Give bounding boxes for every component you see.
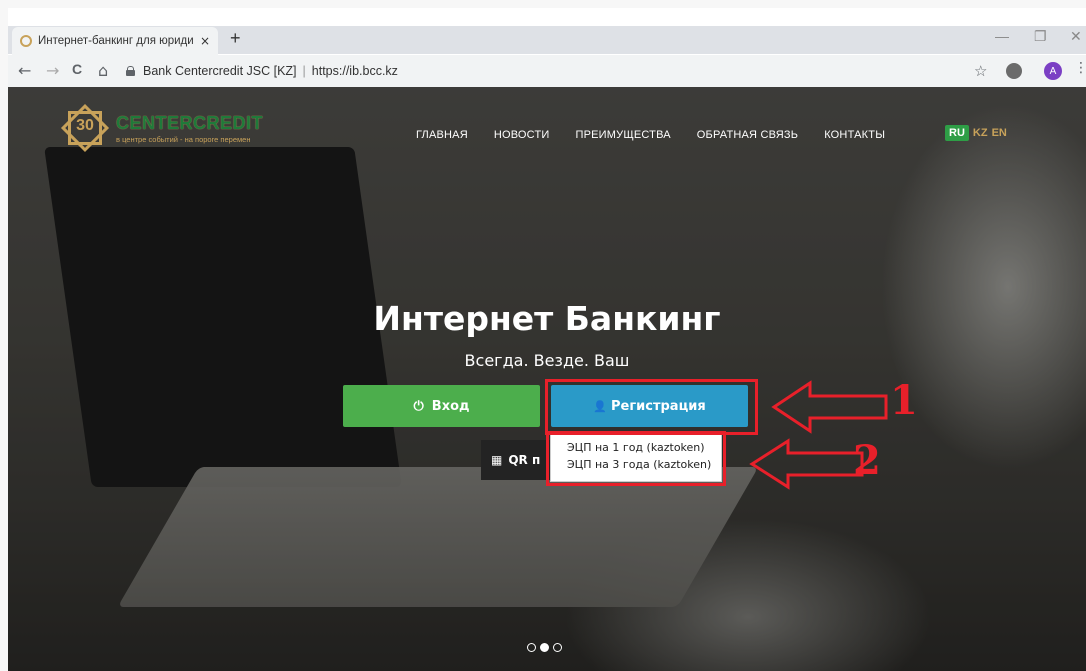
nav-link-feedback[interactable]: ОБРАТНАЯ СВЯЗЬ [697,129,798,141]
browser-window: Интернет-банкинг для юридиче × + — ❐ ✕ ←… [8,8,1086,671]
nav-link-advantages[interactable]: ПРЕИМУЩЕСТВА [576,129,671,141]
logo-number: 30 [76,117,94,134]
lang-kz[interactable]: KZ [973,127,988,139]
logo-slogan: в центре событий - на пороге перемен [116,134,251,144]
logo-text: CENTERCREDIT в центре событий - на порог… [116,113,263,144]
qr-icon: ▦ [491,453,503,467]
restore-button[interactable]: ❐ [1034,28,1047,45]
home-icon[interactable]: ⌂ [98,61,108,80]
extension-icon[interactable] [1006,63,1022,79]
annotation-arrow-2-icon [749,438,864,490]
tab-title: Интернет-банкинг для юридиче [38,35,194,47]
annotation-number-2: 2 [853,437,881,484]
omnibox-separator: | [302,64,306,78]
minimize-button[interactable]: — [995,28,1009,44]
site-favicon-icon [20,35,32,47]
lock-icon [126,66,135,76]
nav-link-news[interactable]: НОВОСТИ [494,129,550,141]
new-tab-button[interactable]: + [230,28,241,49]
logo-badge-icon: 30 [60,103,110,153]
login-label: Вход [431,398,470,414]
annotation-box-dropdown [546,431,726,486]
address-bar[interactable]: Bank Centercredit JSC [KZ] | https://ib.… [126,59,966,83]
annotation-box-register [545,379,758,435]
browser-tab[interactable]: Интернет-банкинг для юридиче × [12,27,218,55]
bank-logo[interactable]: 30 CENTERCREDIT в центре событий - на по… [60,103,263,153]
bookmark-star-icon[interactable]: ☆ [974,62,987,80]
nav-link-contacts[interactable]: КОНТАКТЫ [824,129,885,141]
browser-toolbar: ← → C ⌂ Bank Centercredit JSC [KZ] | htt… [8,55,1086,87]
nav-link-home[interactable]: ГЛАВНАЯ [416,129,468,141]
web-page: 30 CENTERCREDIT в центре событий - на по… [8,87,1086,671]
hero-subtitle: Всегда. Везде. Ваш [464,351,630,370]
carousel-dot-2[interactable] [540,643,549,652]
power-icon: ⏻ [413,398,424,414]
qr-label: QR п [508,453,541,467]
main-nav: ГЛАВНАЯ НОВОСТИ ПРЕИМУЩЕСТВА ОБРАТНАЯ СВ… [416,129,885,141]
carousel-dot-3[interactable] [553,643,562,652]
lang-ru[interactable]: RU [945,125,969,141]
login-button[interactable]: ⏻ Вход [343,385,540,427]
site-identity: Bank Centercredit JSC [KZ] [143,64,297,78]
tab-close-icon[interactable]: × [200,34,210,48]
language-switcher: RU KZ EN [945,125,1007,141]
hero-title: Интернет Банкинг [373,299,721,338]
close-window-button[interactable]: ✕ [1070,28,1082,45]
back-arrow-icon[interactable]: ← [18,61,31,80]
carousel-dot-1[interactable] [527,643,536,652]
forward-arrow-icon[interactable]: → [46,61,59,80]
browser-menu-icon[interactable]: ⋮ [1074,60,1086,76]
profile-avatar[interactable]: A [1044,62,1062,80]
reload-icon[interactable]: C [72,61,82,77]
lang-en[interactable]: EN [992,127,1007,139]
annotation-number-1: 1 [890,377,918,424]
url-text: https://ib.bcc.kz [311,64,398,78]
logo-brand-name: CENTERCREDIT [116,112,264,133]
annotation-arrow-1-icon [771,380,888,434]
carousel-indicators [527,643,562,652]
